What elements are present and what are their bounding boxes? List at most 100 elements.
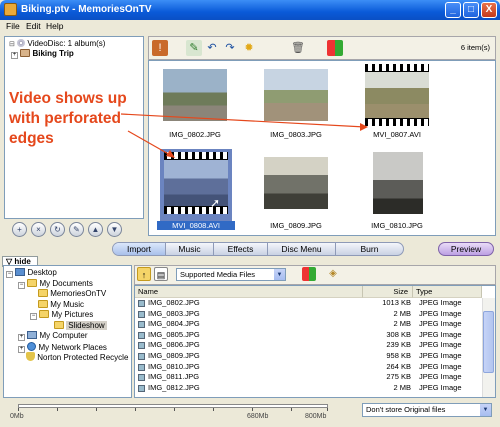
collapse-icon[interactable]: − <box>30 313 37 320</box>
file-type: JPEG Image <box>419 329 462 339</box>
file-size: 958 KB <box>386 351 411 360</box>
file-name: IMG_0802.JPG <box>148 298 200 307</box>
file-filter-select[interactable]: Supported Media Files ▼ <box>176 268 286 281</box>
tree-item-label: Norton Protected Recycle <box>37 353 129 362</box>
collapse-icon[interactable]: − <box>18 281 25 289</box>
file-type: JPEG Image <box>419 319 462 329</box>
file-size: 275 KB <box>386 372 411 382</box>
capacity-tick <box>213 408 214 411</box>
column-header-size[interactable]: Size <box>363 286 413 298</box>
capacity-label-start: 0Mb <box>10 413 24 420</box>
tab-import[interactable]: Import <box>113 243 165 255</box>
preview-button[interactable]: Preview <box>438 242 494 256</box>
capacity-tick <box>135 408 136 411</box>
table-row[interactable]: IMG_0812.JPG 2 MB JPEG Image <box>135 383 480 394</box>
image-file-icon <box>138 353 145 360</box>
tree-item-my-pictures[interactable]: − My Pictures <box>30 310 93 320</box>
tree-item-label: My Computer <box>39 331 88 340</box>
scrollbar-thumb[interactable] <box>483 311 494 373</box>
table-row[interactable]: IMG_0809.JPG 958 KB JPEG Image <box>135 351 480 362</box>
image-file-icon <box>138 342 145 350</box>
capacity-tick <box>327 408 328 411</box>
desktop-icon <box>15 268 26 276</box>
file-size: 264 KB <box>386 361 411 371</box>
tree-item-desktop[interactable]: − Desktop <box>6 268 57 278</box>
file-size: 2 MB <box>393 308 411 318</box>
capacity-tick <box>96 408 97 411</box>
file-type: JPEG Image <box>419 340 462 350</box>
collapse-icon[interactable]: − <box>6 271 13 278</box>
tab-effects[interactable]: Effects <box>213 243 267 255</box>
network-icon <box>27 341 37 351</box>
tree-item-my-computer[interactable]: + My Computer <box>18 331 87 341</box>
view-mode-icon[interactable] <box>302 267 316 281</box>
tree-item-label: My Documents <box>39 278 93 288</box>
file-type: JPEG Image <box>419 372 462 382</box>
folder-icon <box>38 289 48 297</box>
arrowhead-icon <box>360 123 368 131</box>
recycle-icon <box>26 352 35 361</box>
tree-item-my-music[interactable]: My Music <box>38 299 85 309</box>
file-type: JPEG Image <box>419 308 462 318</box>
file-size: 308 KB <box>386 329 411 339</box>
file-type: JPEG Image <box>419 298 462 307</box>
chevron-down-icon[interactable]: ▼ <box>274 269 285 280</box>
preview-file-icon[interactable]: ▤ <box>154 267 168 281</box>
table-row[interactable]: IMG_0803.JPG 2 MB JPEG Image <box>135 309 480 320</box>
image-file-icon <box>138 300 145 307</box>
computer-icon <box>27 331 38 339</box>
file-size: 1013 KB <box>382 298 411 307</box>
tree-item-label: MemoriesOnTV <box>50 289 107 298</box>
folder-icon <box>54 320 64 329</box>
file-size: 239 KB <box>386 340 411 350</box>
file-name: IMG_0810.JPG <box>148 361 200 371</box>
file-name: IMG_0809.JPG <box>148 351 200 360</box>
image-file-icon <box>138 363 145 371</box>
tree-item-label: Desktop <box>27 268 57 277</box>
file-name: IMG_0811.JPG <box>148 372 200 382</box>
capacity-tick <box>291 408 292 411</box>
store-option-value: Don't store Original files <box>366 405 446 414</box>
expand-icon[interactable]: + <box>18 345 25 353</box>
table-row[interactable]: IMG_0811.JPG 275 KB JPEG Image <box>135 372 480 383</box>
file-name: IMG_0806.JPG <box>148 340 200 350</box>
column-header-name[interactable]: Name <box>135 286 363 298</box>
capacity-tick <box>18 408 19 411</box>
file-name: IMG_0805.JPG <box>148 329 200 339</box>
table-row[interactable]: IMG_0802.JPG 1013 KB JPEG Image <box>135 298 480 309</box>
tab-music[interactable]: Music <box>165 243 213 255</box>
tree-item-label: My Music <box>50 299 85 309</box>
file-rows: IMG_0802.JPG 1013 KB JPEG Image IMG_0803.J… <box>135 298 481 397</box>
table-row[interactable]: IMG_0805.JPG 308 KB JPEG Image <box>135 330 480 341</box>
folder-tree[interactable]: − Desktop − My Documents MemoriesOnTV My… <box>3 265 132 398</box>
table-row[interactable]: IMG_0806.JPG 239 KB JPEG Image <box>135 340 480 351</box>
add-to-album-icon[interactable]: ◈ <box>326 267 340 281</box>
file-name: IMG_0812.JPG <box>148 382 200 392</box>
folder-icon <box>39 310 50 318</box>
tree-item-label: My Pictures <box>51 310 94 319</box>
tab-burn[interactable]: Burn <box>335 243 403 255</box>
file-name: IMG_0804.JPG <box>148 319 200 329</box>
capacity-label-mid: 680Mb <box>247 413 269 420</box>
table-row[interactable]: IMG_0804.JPG 2 MB JPEG Image <box>135 319 480 330</box>
tree-item-recycle[interactable]: Norton Protected Recycle <box>26 352 128 362</box>
column-header-type[interactable]: Type <box>413 286 482 298</box>
capacity-tick <box>174 408 175 411</box>
tree-item-my-documents[interactable]: − My Documents <box>18 278 93 289</box>
table-row[interactable]: IMG_0810.JPG 264 KB JPEG Image <box>135 362 480 373</box>
file-size: 2 MB <box>393 319 411 329</box>
arrow-to-mvi-0808 <box>127 130 173 157</box>
tab-disc-menu[interactable]: Disc Menu <box>267 243 335 255</box>
tree-item-network[interactable]: + My Network Places <box>18 341 107 353</box>
store-originals-select[interactable]: Don't store Original files ▼ <box>362 403 492 417</box>
file-type: JPEG Image <box>419 351 462 360</box>
folder-up-icon[interactable]: ↑ <box>137 267 151 281</box>
tree-item-memoriesontv[interactable]: MemoriesOnTV <box>38 289 106 298</box>
chevron-down-icon[interactable]: ▼ <box>480 404 491 416</box>
folder-icon <box>38 299 48 308</box>
expand-icon[interactable]: + <box>18 334 25 341</box>
tree-item-label: Slideshow <box>66 320 107 330</box>
image-file-icon <box>138 321 145 329</box>
tree-item-slideshow[interactable]: Slideshow <box>54 320 107 330</box>
image-file-icon <box>138 374 145 382</box>
